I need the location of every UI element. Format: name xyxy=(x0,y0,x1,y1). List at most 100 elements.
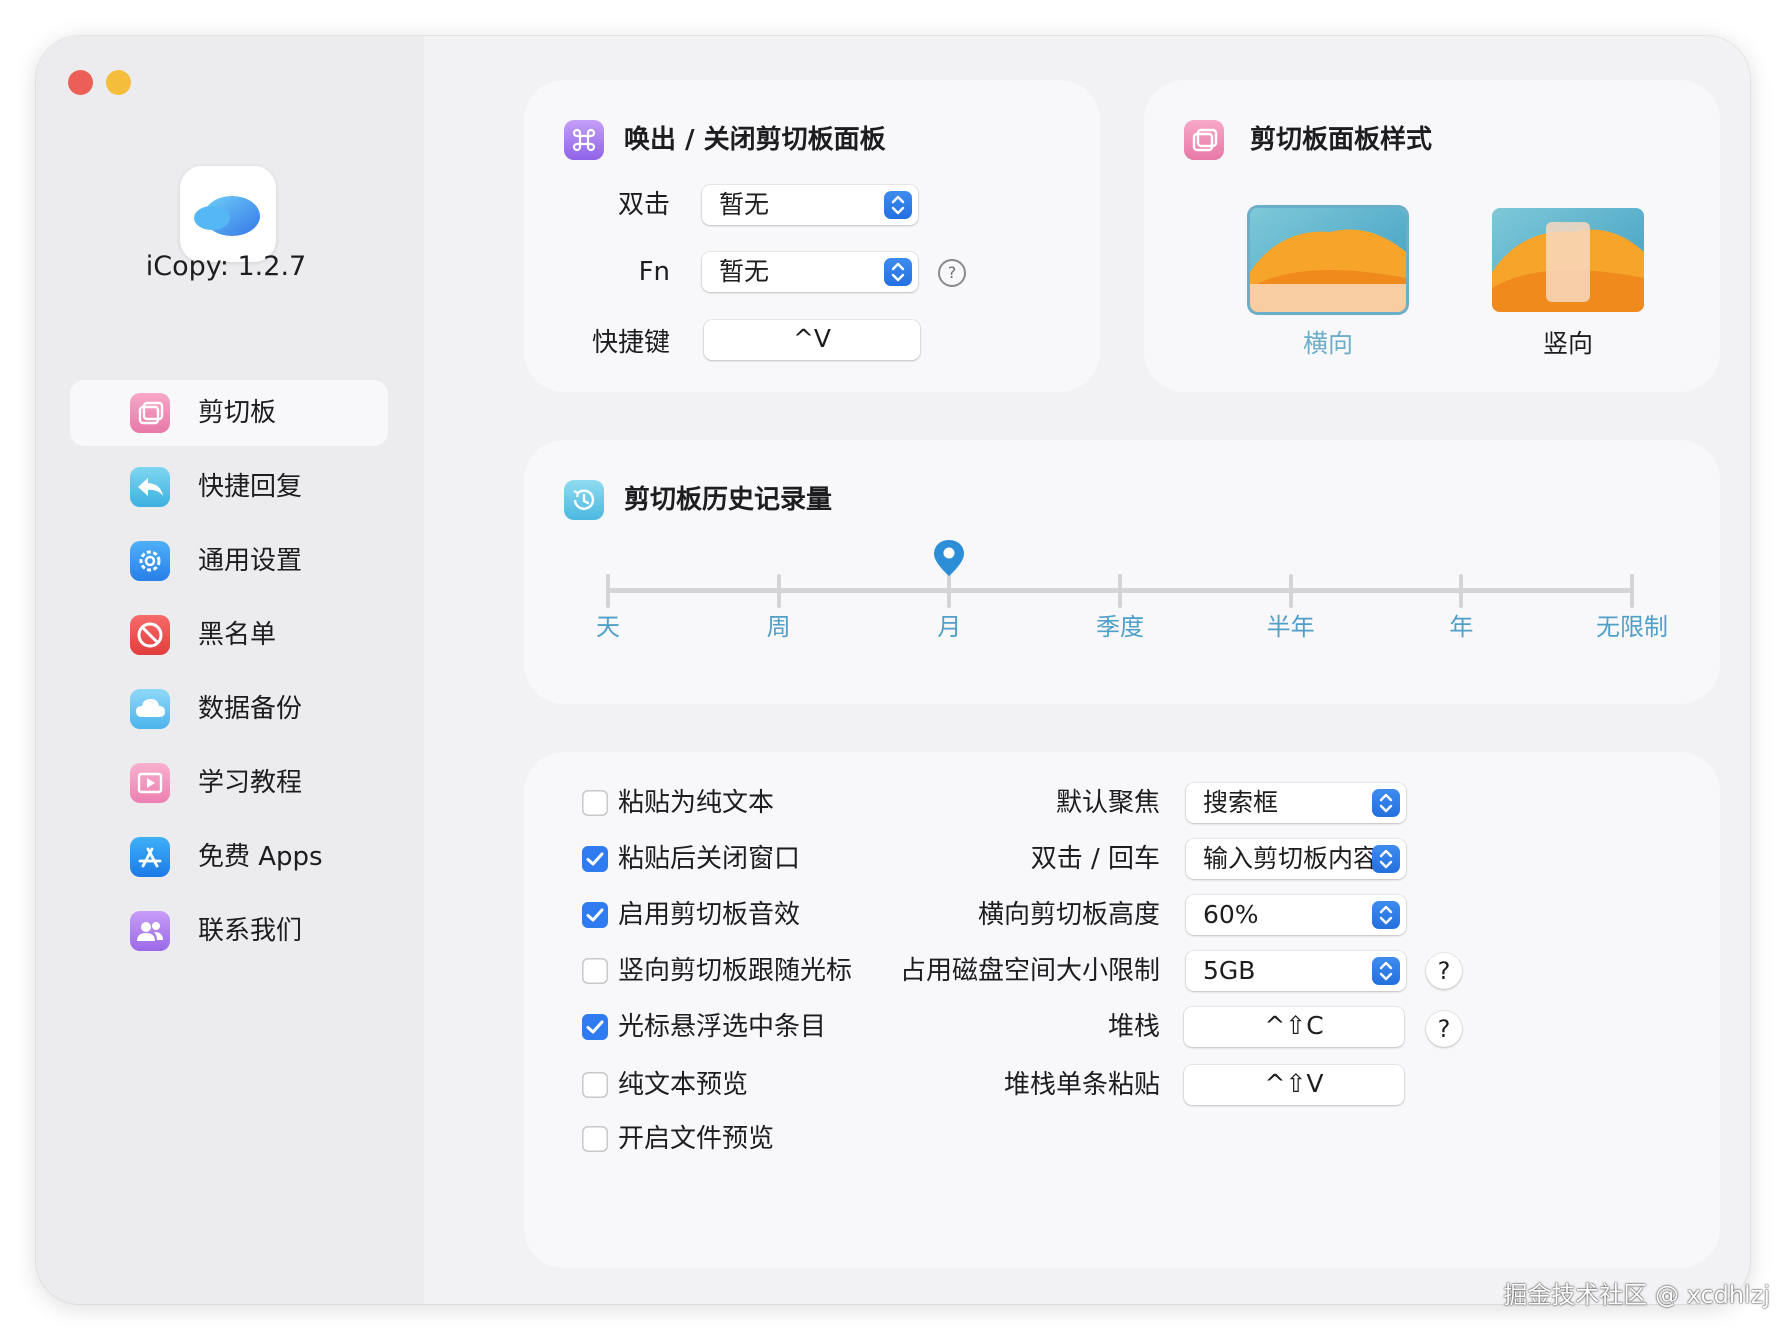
horizontal-style-option[interactable] xyxy=(1250,208,1406,312)
checkbox-label: 光标悬浮选中条目 xyxy=(618,1012,827,1042)
stepper-icon xyxy=(884,191,912,219)
slider-tick-label: 半年 xyxy=(1266,613,1315,641)
checkbox[interactable] xyxy=(582,790,608,816)
clipboard-icon xyxy=(1184,120,1224,160)
default-focus-label: 默认聚焦 xyxy=(1055,788,1160,818)
card-title: 剪切板历史记录量 xyxy=(624,485,833,515)
stack-shortcut-recorder[interactable]: ^⇧C xyxy=(1184,1007,1404,1047)
vertical-style-option[interactable] xyxy=(1492,208,1644,312)
checkmark-icon xyxy=(586,1020,604,1034)
fn-help-button[interactable]: ? xyxy=(938,259,966,287)
stepper-icon xyxy=(1372,789,1400,817)
default-focus-select[interactable]: 搜索框 xyxy=(1186,783,1406,823)
reply-icon xyxy=(130,467,170,507)
checkbox-label: 纯文本预览 xyxy=(618,1070,749,1100)
shortcut-label: 快捷键 xyxy=(591,328,670,358)
sidebar-item-blacklist[interactable]: 黑名单 xyxy=(70,602,388,668)
close-window-button[interactable] xyxy=(68,70,93,95)
slider-tick[interactable] xyxy=(1288,574,1293,608)
sidebar-item-tutorial[interactable]: 学习教程 xyxy=(70,750,388,816)
checkmark-icon xyxy=(586,852,604,866)
sidebar-item-backup[interactable]: 数据备份 xyxy=(70,676,388,742)
stack-help-button[interactable]: ? xyxy=(1426,1011,1462,1047)
slider-tick-label: 无限制 xyxy=(1596,613,1668,641)
select-value: 60% xyxy=(1203,900,1259,929)
slider-tick-label: 季度 xyxy=(1096,613,1144,641)
stepper-icon xyxy=(884,258,912,286)
main-content: 唤出 / 关闭剪切板面板 双击 暂无 Fn 暂无 ? 快捷键 ^V 剪切板面板样… xyxy=(424,36,1750,1304)
sidebar-item-label: 联系我们 xyxy=(198,916,303,946)
disk-limit-select[interactable]: 5GB xyxy=(1186,951,1406,991)
checkbox-label: 启用剪切板音效 xyxy=(618,900,801,930)
double-click-label: 双击 xyxy=(617,190,670,220)
block-icon xyxy=(130,615,170,655)
stepper-icon xyxy=(1372,845,1400,873)
sidebar-item-clipboard[interactable]: 剪切板 xyxy=(70,380,388,446)
checkbox[interactable] xyxy=(582,958,608,984)
sidebar-item-quick-reply[interactable]: 快捷回复 xyxy=(70,454,388,520)
contacts-icon xyxy=(130,911,170,951)
stack-single-shortcut-recorder[interactable]: ^⇧V xyxy=(1184,1065,1404,1105)
checkbox-label: 竖向剪切板跟随光标 xyxy=(618,956,853,986)
history-card: 剪切板历史记录量 天 周 月 季度 半年 年 无限制 xyxy=(524,440,1720,704)
checkbox[interactable] xyxy=(582,1014,608,1040)
sidebar-item-free-apps[interactable]: 免费 Apps xyxy=(70,824,388,890)
app-window: iCopy: 1.2.7 剪切板 快捷回复 通用设置 黑名单 数据备份 学习教程… xyxy=(36,36,1750,1304)
sidebar-item-label: 剪切板 xyxy=(198,398,277,428)
command-icon xyxy=(564,120,604,160)
checkbox[interactable] xyxy=(582,1126,608,1152)
sidebar-item-label: 学习教程 xyxy=(198,768,303,798)
slider-tick[interactable] xyxy=(947,574,952,608)
slider-tick[interactable] xyxy=(1459,574,1464,608)
checkbox[interactable] xyxy=(582,902,608,928)
history-clock-icon xyxy=(564,480,604,520)
double-click-select[interactable]: 暂无 xyxy=(702,185,918,225)
sidebar-item-general-settings[interactable]: 通用设置 xyxy=(70,528,388,594)
location-pin-icon xyxy=(934,540,965,576)
slider-tick[interactable] xyxy=(776,574,781,608)
fn-label: Fn xyxy=(638,257,670,287)
dblclick-enter-label: 双击 / 回车 xyxy=(1030,844,1160,874)
watermark-text: 掘金技术社区 @ xcdhlzj xyxy=(1503,1281,1770,1309)
panel-style-card: 剪切板面板样式 横向 竖向 xyxy=(1144,80,1720,392)
history-slider-thumb[interactable] xyxy=(931,538,967,578)
card-title: 剪切板面板样式 xyxy=(1250,125,1433,155)
video-icon xyxy=(130,763,170,803)
horizontal-height-label: 横向剪切板高度 xyxy=(977,900,1160,930)
checkbox-label: 开启文件预览 xyxy=(618,1124,775,1154)
slider-tick-label: 年 xyxy=(1449,613,1474,641)
select-value: 输入剪切板内容 xyxy=(1203,844,1379,873)
checkbox-label: 粘贴后关闭窗口 xyxy=(618,844,801,874)
stack-single-label: 堆栈单条粘贴 xyxy=(1003,1070,1160,1100)
dblclick-enter-select[interactable]: 输入剪切板内容 xyxy=(1186,839,1406,879)
sidebar-item-label: 免费 Apps xyxy=(198,842,323,872)
sidebar-item-contact[interactable]: 联系我们 xyxy=(70,898,388,964)
slider-tick-label: 月 xyxy=(937,613,962,641)
select-value: 5GB xyxy=(1203,956,1256,985)
shortcut-recorder[interactable]: ^V xyxy=(704,320,920,360)
disk-limit-label: 占用磁盘空间大小限制 xyxy=(899,956,1160,986)
minimize-window-button[interactable] xyxy=(106,70,131,95)
select-value: 暂无 xyxy=(719,190,770,219)
vertical-style-label: 竖向 xyxy=(1542,329,1593,358)
wallpaper-preview-icon xyxy=(1492,208,1644,312)
checkbox-label: 粘贴为纯文本 xyxy=(618,788,775,818)
options-card: 粘贴为纯文本 粘贴后关闭窗口 启用剪切板音效 竖向剪切板跟随光标 光标悬浮选中条… xyxy=(524,752,1720,1268)
toggle-panel-card: 唤出 / 关闭剪切板面板 双击 暂无 Fn 暂无 ? 快捷键 ^V xyxy=(524,80,1100,392)
fn-select[interactable]: 暂无 xyxy=(702,252,918,292)
slider-tick[interactable] xyxy=(1630,574,1634,608)
card-title: 唤出 / 关闭剪切板面板 xyxy=(624,125,886,155)
slider-tick[interactable] xyxy=(606,574,610,608)
slider-tick[interactable] xyxy=(1118,574,1122,608)
horizontal-height-select[interactable]: 60% xyxy=(1186,895,1406,935)
sidebar-item-label: 通用设置 xyxy=(198,546,303,576)
select-value: 搜索框 xyxy=(1203,788,1279,817)
app-store-icon xyxy=(130,837,170,877)
slider-tick-label: 天 xyxy=(596,613,620,641)
checkbox[interactable] xyxy=(582,1072,608,1098)
clipboard-icon xyxy=(130,393,170,433)
checkbox[interactable] xyxy=(582,846,608,872)
checkmark-icon xyxy=(586,908,604,922)
sidebar-item-label: 数据备份 xyxy=(198,694,303,724)
disk-limit-help-button[interactable]: ? xyxy=(1426,953,1462,989)
